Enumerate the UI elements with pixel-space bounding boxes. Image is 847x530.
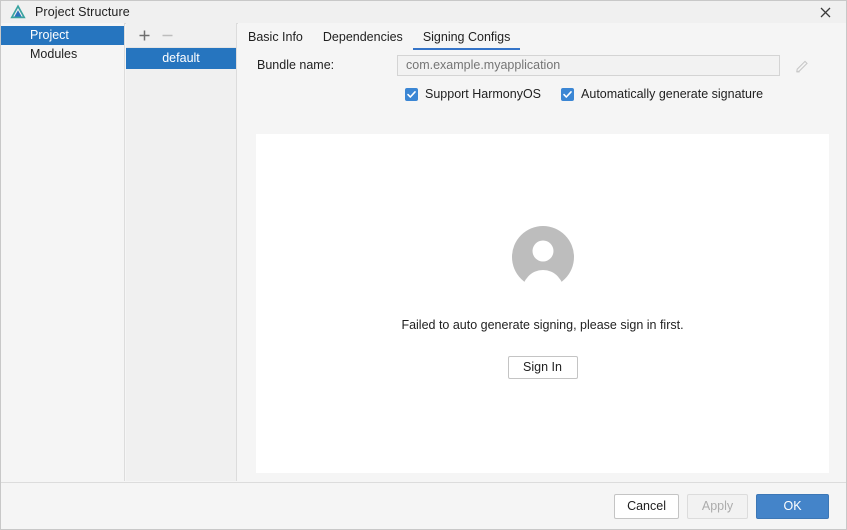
signing-form: Bundle name: Support Harmony <box>238 53 846 101</box>
sidebar-item-modules[interactable]: Modules <box>1 45 124 64</box>
checkbox-auto-generate-signature[interactable]: Automatically generate signature <box>561 87 763 101</box>
list-item[interactable]: default <box>126 48 236 69</box>
checkbox-label: Support HarmonyOS <box>425 87 542 101</box>
bundle-name-input[interactable] <box>397 54 780 76</box>
tab-label: Basic Info <box>248 30 303 44</box>
tab-basic-info[interactable]: Basic Info <box>238 24 313 50</box>
pencil-edit-icon[interactable] <box>794 57 810 73</box>
bundle-name-row: Bundle name: <box>238 53 846 77</box>
signing-config-name: default <box>162 51 200 65</box>
status-message: Failed to auto generate signing, please … <box>401 318 684 332</box>
sidebar-item-project[interactable]: Project <box>1 26 124 45</box>
user-avatar-icon <box>511 226 574 288</box>
window-title: Project Structure <box>35 5 130 19</box>
tab-label: Signing Configs <box>422 30 511 44</box>
dialog-footer: Cancel Apply OK <box>1 482 846 529</box>
plus-icon[interactable] <box>136 27 152 43</box>
checkmark-icon <box>561 87 575 101</box>
signing-config-toolbar <box>126 23 236 48</box>
minus-icon <box>159 27 175 43</box>
sign-in-button[interactable]: Sign In <box>507 356 578 379</box>
sidebar-item-label: Modules <box>30 47 78 61</box>
checkbox-support-harmonyos[interactable]: Support HarmonyOS <box>405 87 541 101</box>
close-icon[interactable] <box>804 1 846 23</box>
tab-signing-configs[interactable]: Signing Configs <box>412 24 521 50</box>
sidebar: Project Modules <box>1 23 125 481</box>
tab-dependencies[interactable]: Dependencies <box>313 24 413 50</box>
title-bar: Project Structure <box>1 1 846 24</box>
checkbox-label: Automatically generate signature <box>581 87 764 101</box>
project-structure-dialog: Project Structure Project Modules defaul… <box>0 0 847 530</box>
signing-status-card: Failed to auto generate signing, please … <box>256 134 829 473</box>
apply-button: Apply <box>687 493 748 519</box>
tab-label: Dependencies <box>322 30 403 44</box>
cancel-button[interactable]: Cancel <box>614 493 679 519</box>
deveco-triangle-logo-icon <box>10 4 26 20</box>
tab-bar: Basic Info Dependencies Signing Configs <box>238 23 846 50</box>
checkbox-row: Support HarmonyOS Automatically generate… <box>238 87 846 101</box>
bundle-name-label: Bundle name: <box>257 58 335 72</box>
signing-config-list-panel: default <box>126 23 237 481</box>
ok-button[interactable]: OK <box>756 493 829 519</box>
sidebar-item-label: Project <box>30 28 69 42</box>
main-panel: Basic Info Dependencies Signing Configs … <box>238 23 846 481</box>
checkmark-icon <box>405 87 418 101</box>
